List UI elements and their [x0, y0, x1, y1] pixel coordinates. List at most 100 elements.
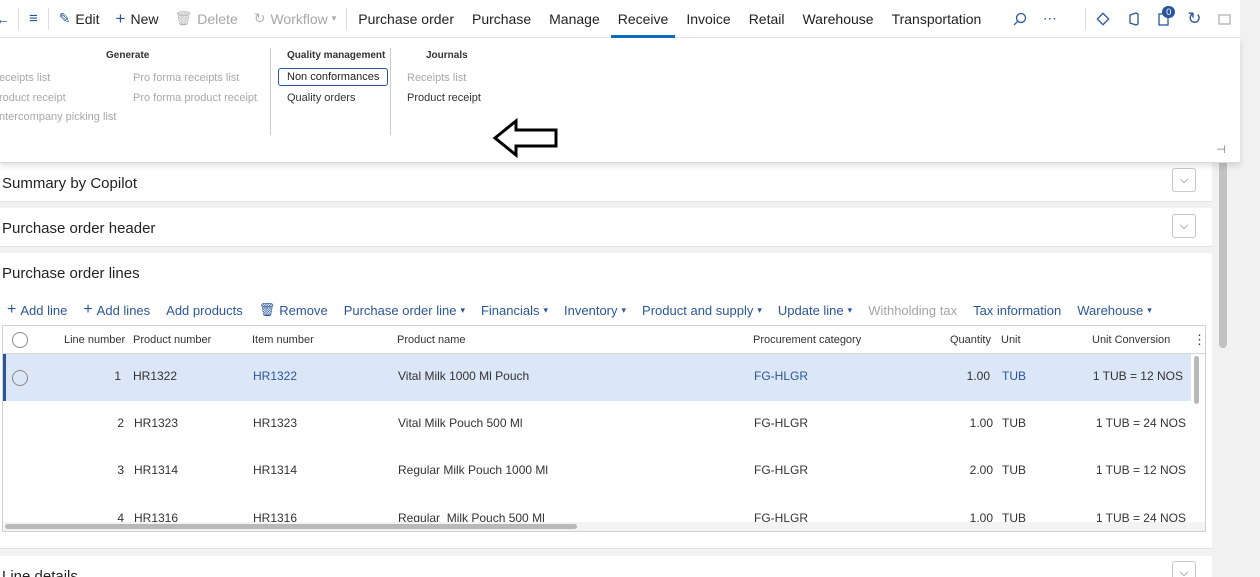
column-header-line-number[interactable]: Line number — [64, 334, 125, 346]
add-lines-button[interactable]: + Add lines — [75, 301, 158, 319]
withholding-tax-button[interactable]: Withholding tax — [860, 303, 965, 318]
button-label: Product and supply — [642, 302, 754, 318]
update-line-menu[interactable]: Update line ▾ — [770, 303, 860, 318]
button-label: Withholding tax — [868, 302, 958, 318]
trash-icon: 🗑 — [174, 10, 193, 26]
open-window-icon — [1218, 13, 1231, 25]
plus-icon: + — [7, 301, 17, 318]
edit-button[interactable]: ✎ Edit — [51, 0, 108, 38]
column-header-quantity[interactable]: Quantity — [950, 334, 991, 346]
journal-receipts-list-button[interactable]: Receipts list — [407, 72, 466, 84]
purchase-order-lines-grid: Line number Product number Item number P… — [2, 325, 1206, 532]
column-header-unit-conversion[interactable]: Unit Conversion — [1092, 334, 1170, 346]
add-products-button[interactable]: Add products — [158, 303, 251, 318]
tab-warehouse[interactable]: Warehouse — [793, 0, 882, 38]
pro-forma-product-receipt-button[interactable]: Pro forma product receipt — [133, 92, 257, 104]
add-line-button[interactable]: + Add line — [0, 301, 75, 319]
product-receipt-generate-button[interactable]: roduct receipt — [0, 92, 66, 104]
back-button[interactable]: ← — [0, 0, 16, 38]
chevron-down-icon: ▾ — [847, 304, 853, 315]
refresh-button[interactable]: ↻ — [1179, 0, 1209, 38]
button-label: Remove — [279, 302, 328, 318]
pin-icon[interactable]: ⊣ — [1216, 143, 1226, 156]
purchase-order-header-section[interactable]: Purchase order header ⌵ — [0, 208, 1212, 247]
office-button[interactable] — [1118, 0, 1148, 38]
table-row[interactable]: 1 HR1322 HR1322 Vital Milk 1000 Ml Pouch… — [3, 354, 1191, 401]
column-header-product-name[interactable]: Product name — [397, 334, 465, 346]
cell-procurement-category: FG-HLGR — [754, 416, 808, 430]
product-and-supply-menu[interactable]: Product and supply ▾ — [634, 303, 770, 318]
cell-item-number-link[interactable]: HR1322 — [253, 369, 297, 383]
divider — [346, 7, 348, 30]
cell-unit-conversion: 1 TUB = 12 NOS — [1095, 463, 1186, 477]
remove-button[interactable]: 🗑 Remove — [251, 302, 336, 318]
cell-product-name: Vital Milk 1000 Ml Pouch — [398, 369, 530, 383]
receipts-list-button[interactable]: eceipts list — [0, 72, 50, 84]
cell-product-name: Regular Milk Pouch 1000 Ml — [398, 463, 549, 477]
inventory-menu[interactable]: Inventory ▾ — [556, 303, 634, 318]
ellipsis-icon: ⋯ — [1042, 10, 1057, 26]
chevron-down-icon: ▾ — [621, 304, 627, 315]
tab-invoice[interactable]: Invoice — [677, 0, 739, 38]
chevron-down-icon: ▾ — [543, 304, 549, 315]
quality-orders-button[interactable]: Quality orders — [287, 92, 355, 104]
new-button[interactable]: + New — [108, 0, 167, 38]
delete-button[interactable]: 🗑 Delete — [166, 0, 245, 38]
button-label: Financials — [480, 302, 540, 318]
select-all-radio[interactable] — [12, 332, 28, 348]
cell-unit-link[interactable]: TUB — [1002, 369, 1026, 383]
cell-procurement-category: FG-HLGR — [754, 463, 808, 477]
summary-section[interactable]: Summary by Copilot ⌵ — [0, 163, 1212, 202]
intercompany-picking-list-button[interactable]: ntercompany picking list — [0, 111, 116, 123]
chevron-down-icon[interactable]: ⌵ — [1172, 214, 1196, 238]
tab-transportation[interactable]: Transportation — [883, 0, 991, 38]
tab-retail[interactable]: Retail — [740, 0, 794, 38]
line-details-section[interactable]: Line details ⌵ — [0, 556, 1212, 577]
chevron-down-icon[interactable]: ⌵ — [1172, 561, 1196, 577]
tab-label: Retail — [748, 10, 785, 27]
cell-item-number: HR1314 — [253, 463, 298, 477]
pro-forma-receipts-list-button[interactable]: Pro forma receipts list — [133, 72, 239, 84]
tab-purchase-order[interactable]: Purchase order — [349, 0, 463, 38]
row-select-radio[interactable] — [12, 370, 28, 386]
warehouse-menu[interactable]: Warehouse ▾ — [1069, 303, 1160, 318]
tab-label: Invoice — [686, 10, 731, 27]
column-header-procurement-category[interactable]: Procurement category — [753, 334, 861, 346]
cell-product-name: Vital Milk Pouch 500 Ml — [398, 416, 523, 430]
tab-label: Purchase — [471, 10, 532, 27]
more-options-button[interactable]: ⋯ — [1035, 0, 1065, 38]
column-header-product-number[interactable]: Product number — [133, 334, 211, 346]
workflow-button[interactable]: ↻ Workflow ▾ — [246, 0, 345, 38]
grid-vertical-scrollbar[interactable] — [1194, 356, 1199, 404]
tab-receive[interactable]: Receive — [609, 0, 678, 38]
tab-purchase[interactable]: Purchase — [463, 0, 540, 38]
menu-button[interactable]: ≡ — [21, 0, 46, 38]
table-row[interactable]: 3 HR1314 HR1314 Regular Milk Pouch 1000 … — [3, 448, 1191, 495]
cell-procurement-category-link[interactable]: FG-HLGR — [754, 369, 808, 383]
attachment-count-badge: 0 — [1162, 5, 1176, 18]
non-conformances-button[interactable]: Non conformances — [278, 68, 389, 86]
column-header-unit[interactable]: Unit — [1001, 334, 1021, 346]
power-apps-button[interactable] — [1088, 0, 1118, 38]
tab-manage[interactable]: Manage — [540, 0, 609, 38]
button-label: Add products — [166, 302, 243, 318]
attachments-button[interactable]: 0 — [1149, 0, 1179, 38]
grid-horizontal-scrollbar[interactable] — [5, 524, 577, 529]
cell-product-number: HR1322 — [133, 369, 178, 383]
table-row[interactable]: 2 HR1323 HR1323 Vital Milk Pouch 500 Ml … — [3, 401, 1191, 448]
button-label: Purchase order line — [343, 302, 457, 318]
chevron-down-icon: ▾ — [1147, 304, 1152, 315]
tax-information-button[interactable]: Tax information — [965, 303, 1069, 318]
open-new-window-button[interactable] — [1210, 0, 1240, 38]
chevron-down-icon[interactable]: ⌵ — [1172, 168, 1196, 192]
button-label: Update line — [777, 302, 844, 318]
search-button[interactable] — [1004, 0, 1034, 38]
grid-header: Line number Product number Item number P… — [3, 326, 1205, 354]
purchase-order-line-menu[interactable]: Purchase order line ▾ — [336, 303, 473, 318]
column-header-item-number[interactable]: Item number — [252, 334, 314, 346]
journal-product-receipt-button[interactable]: Product receipt — [407, 92, 481, 104]
page-scrollbar[interactable] — [1219, 150, 1227, 348]
divider — [1085, 7, 1087, 30]
column-options-icon[interactable]: ⋮ — [1193, 332, 1205, 348]
financials-menu[interactable]: Financials ▾ — [473, 303, 556, 318]
